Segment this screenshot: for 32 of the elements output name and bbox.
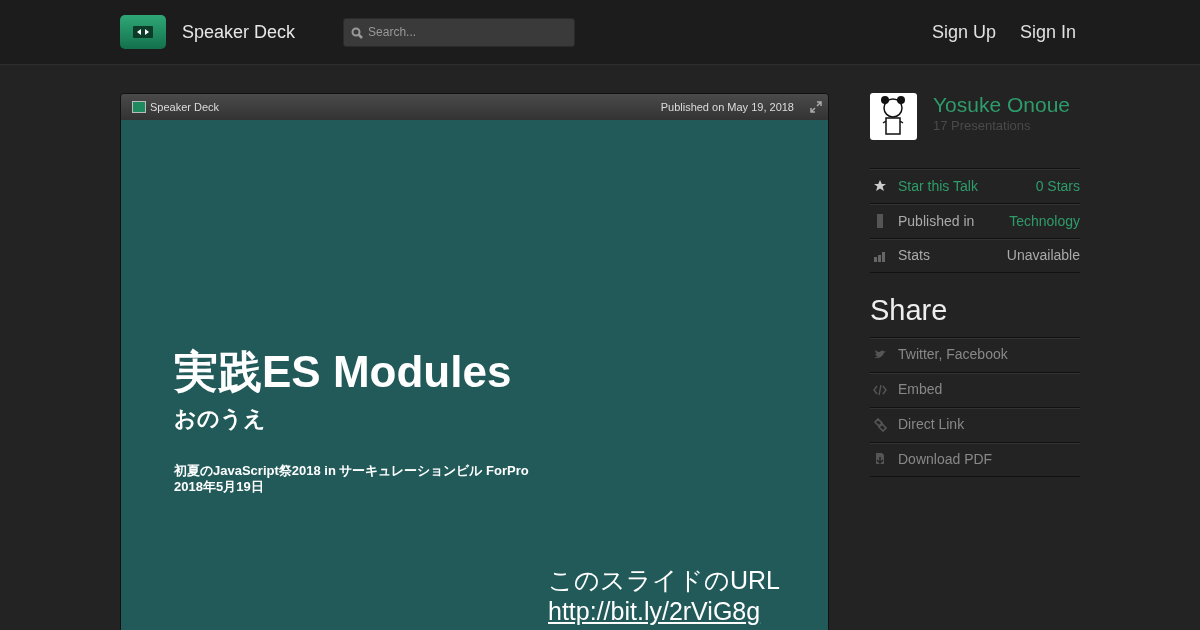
slide-url-link[interactable]: http://bit.ly/2rViG8g: [548, 597, 761, 626]
avatar-drawing[interactable]: [870, 93, 917, 140]
slide-date: 2018年5月19日: [174, 479, 265, 496]
code-icon: [873, 382, 887, 397]
search-field[interactable]: Search...: [343, 17, 576, 47]
detail-label: Stats: [898, 246, 930, 265]
nav-link[interactable]: Sign In: [1019, 18, 1076, 46]
star-icon: [873, 179, 887, 193]
player-brand: Speaker Deck: [150, 99, 220, 115]
share-link[interactable]: Embed: [898, 379, 943, 400]
slide-event: 初夏のJavaScript祭2018 in サーキュレーションビル ForPro: [174, 463, 530, 480]
detail-value: Unavailable: [1006, 246, 1080, 265]
share-link[interactable]: Direct Link: [898, 414, 965, 435]
fullscreen-icon[interactable]: [810, 101, 822, 113]
detail-value[interactable]: Technology: [1009, 210, 1080, 232]
detail-label[interactable]: Star this Talk: [898, 175, 978, 197]
detail-label: Published in: [898, 211, 975, 231]
slide-author: おのうえ: [174, 405, 267, 433]
slide-title: 実践ES Modules: [174, 350, 513, 394]
logo-icon: [132, 101, 146, 113]
download-icon: [873, 452, 887, 466]
slide-url-label: このスライドのURL: [548, 565, 780, 596]
logo-icon[interactable]: [120, 15, 166, 49]
share-link[interactable]: Download PDF: [898, 448, 993, 470]
detail-value[interactable]: 0 Stars: [1035, 175, 1080, 197]
link-icon: [873, 417, 887, 432]
share-link[interactable]: Twitter, Facebook: [898, 344, 1008, 365]
author-name[interactable]: Yosuke Onoue: [933, 93, 1070, 117]
share-heading: Share: [870, 293, 949, 328]
published-date: Published on May 19, 2018: [660, 99, 794, 115]
brand-link[interactable]: Speaker Deck: [182, 18, 296, 46]
nav-link[interactable]: Sign Up: [931, 18, 996, 46]
